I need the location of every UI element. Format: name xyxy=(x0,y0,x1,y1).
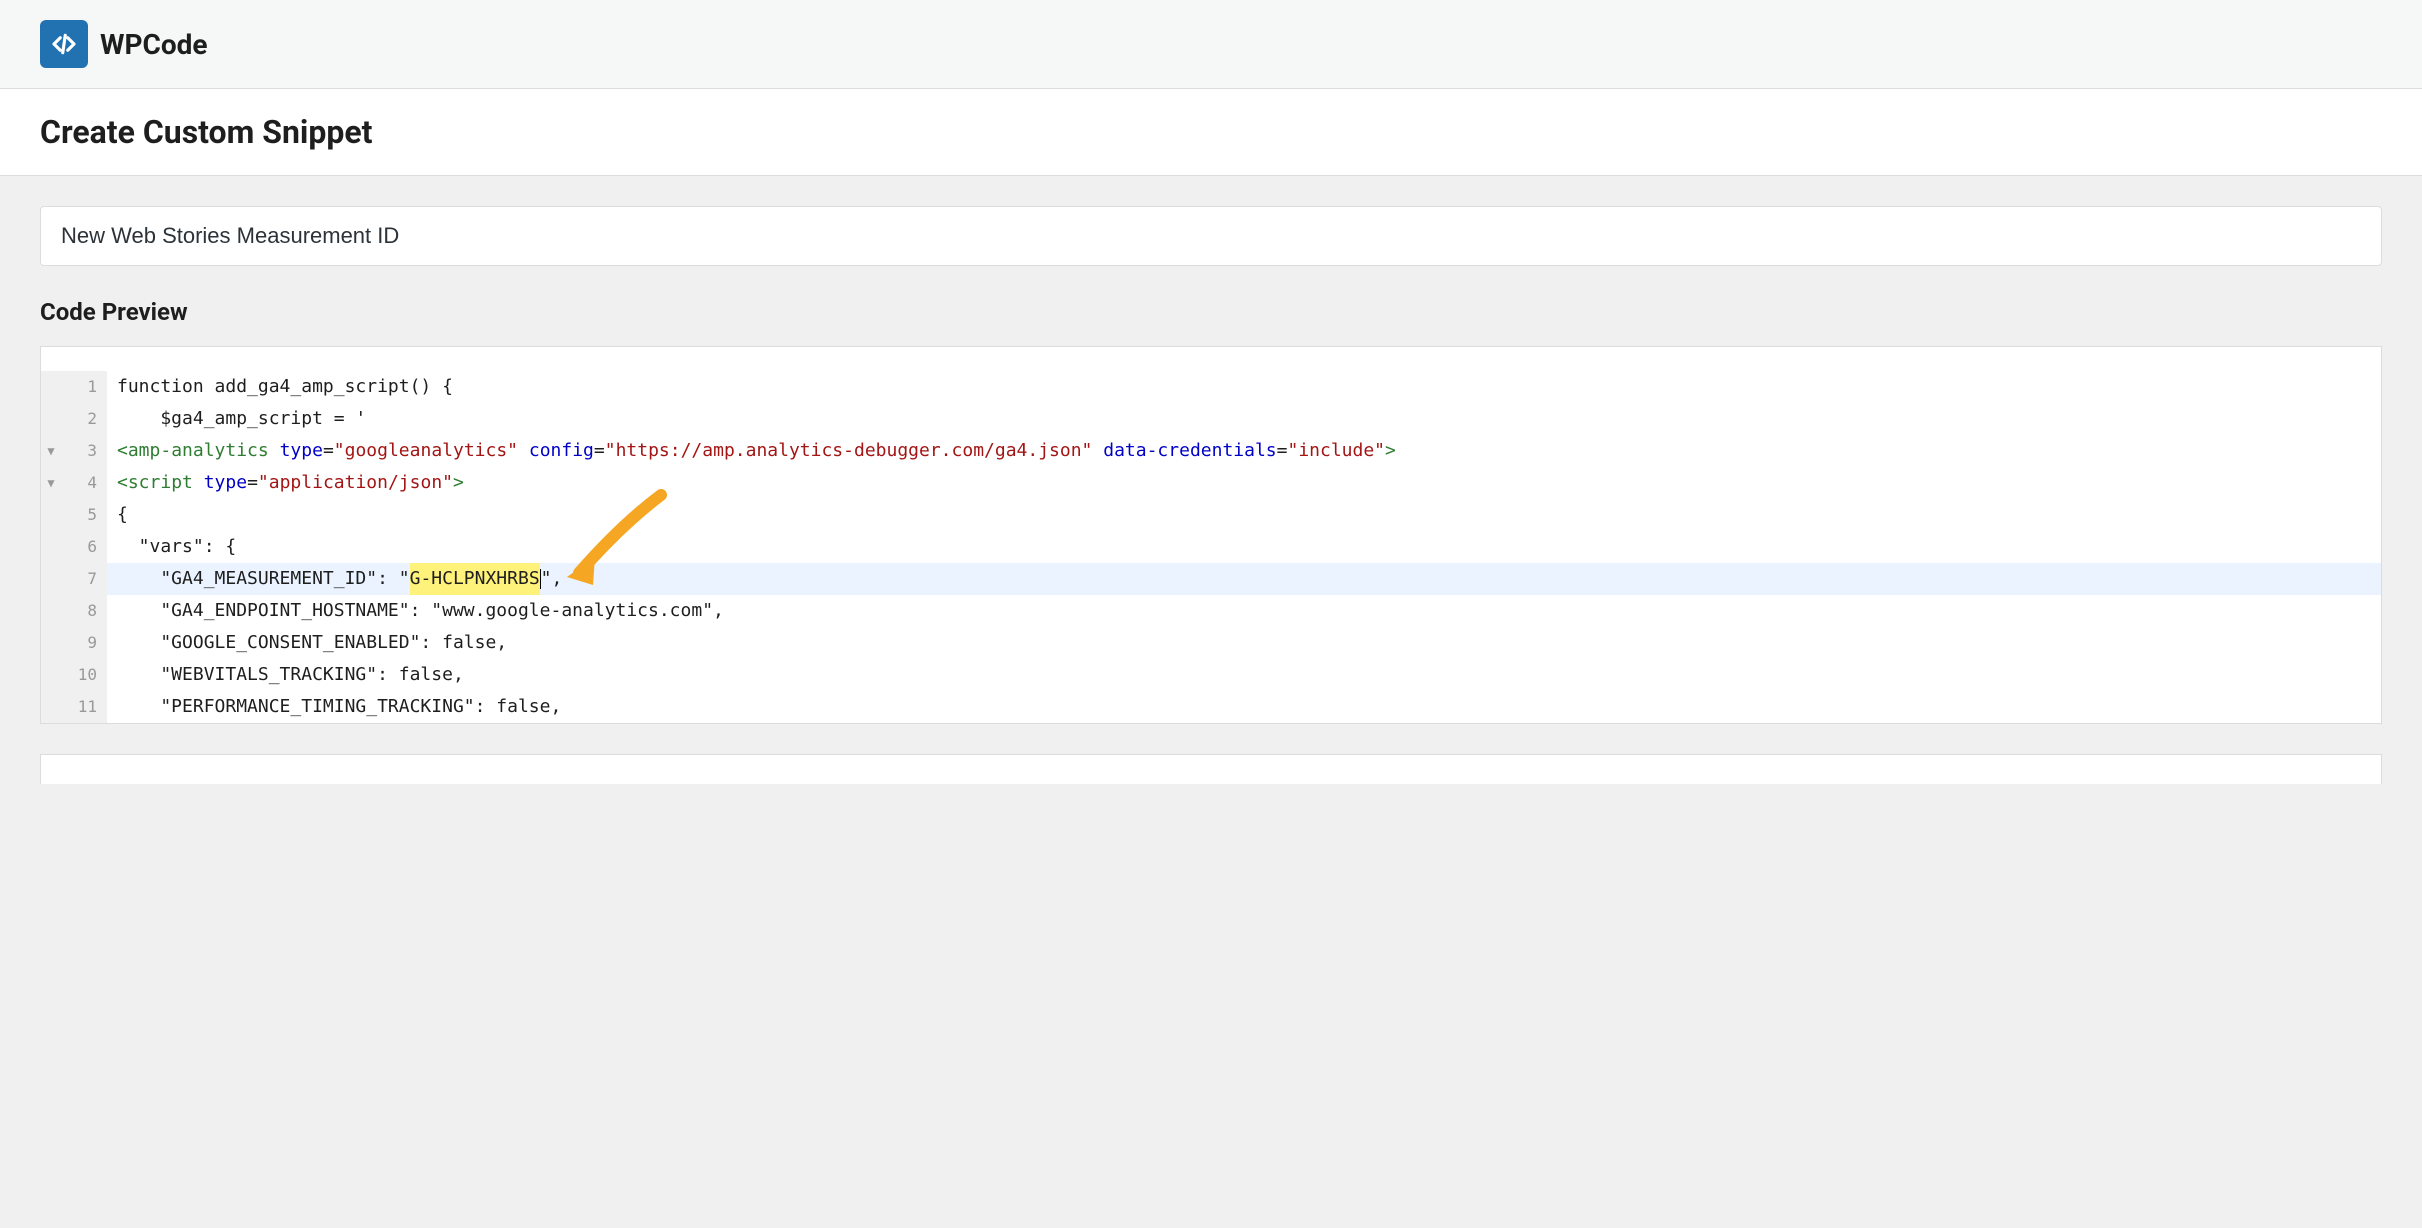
code-content[interactable]: <amp-analytics type="googleanalytics" co… xyxy=(107,435,1396,467)
page-title: Create Custom Snippet xyxy=(40,113,2382,151)
line-number: 3 xyxy=(61,435,107,467)
bottom-panel xyxy=(40,754,2382,784)
code-content[interactable]: "WEBVITALS_TRACKING": false, xyxy=(107,659,464,691)
snippet-title-input[interactable] xyxy=(40,206,2382,266)
code-line[interactable]: 6 "vars": { xyxy=(41,531,2381,563)
code-content[interactable]: "GOOGLE_CONSENT_ENABLED": false, xyxy=(107,627,507,659)
fold-gutter xyxy=(41,499,61,531)
line-number: 6 xyxy=(61,531,107,563)
code-content[interactable]: <script type="application/json"> xyxy=(107,467,464,499)
code-line[interactable]: 7 "GA4_MEASUREMENT_ID": "G-HCLPNXHRBS", xyxy=(41,563,2381,595)
line-number: 1 xyxy=(61,371,107,403)
code-content[interactable]: function add_ga4_amp_script() { xyxy=(107,371,453,403)
line-number: 8 xyxy=(61,595,107,627)
line-number: 7 xyxy=(61,563,107,595)
code-line[interactable]: 8 "GA4_ENDPOINT_HOSTNAME": "www.google-a… xyxy=(41,595,2381,627)
fold-gutter xyxy=(41,403,61,435)
fold-gutter xyxy=(41,691,61,723)
logo-icon xyxy=(40,20,88,68)
code-content[interactable]: "PERFORMANCE_TIMING_TRACKING": false, xyxy=(107,691,561,723)
code-content[interactable]: $ga4_amp_script = ' xyxy=(107,403,366,435)
code-line[interactable]: 1function add_ga4_amp_script() { xyxy=(41,371,2381,403)
line-number: 4 xyxy=(61,467,107,499)
fold-gutter xyxy=(41,627,61,659)
code-line[interactable]: 2 $ga4_amp_script = ' xyxy=(41,403,2381,435)
page-title-bar: Create Custom Snippet xyxy=(0,89,2422,176)
fold-gutter xyxy=(41,531,61,563)
fold-gutter xyxy=(41,595,61,627)
fold-gutter xyxy=(41,659,61,691)
code-line[interactable]: 5{ xyxy=(41,499,2381,531)
code-line[interactable]: 11 "PERFORMANCE_TIMING_TRACKING": false, xyxy=(41,691,2381,723)
code-content[interactable]: { xyxy=(107,499,128,531)
app-header: WPCode xyxy=(0,0,2422,89)
code-content[interactable]: "vars": { xyxy=(107,531,236,563)
fold-gutter xyxy=(41,563,61,595)
code-line[interactable]: ▼3<amp-analytics type="googleanalytics" … xyxy=(41,435,2381,467)
fold-gutter[interactable]: ▼ xyxy=(41,435,61,467)
code-line[interactable]: ▼4<script type="application/json"> xyxy=(41,467,2381,499)
code-line[interactable]: 9 "GOOGLE_CONSENT_ENABLED": false, xyxy=(41,627,2381,659)
line-number: 9 xyxy=(61,627,107,659)
code-line[interactable]: 10 "WEBVITALS_TRACKING": false, xyxy=(41,659,2381,691)
line-number: 11 xyxy=(61,691,107,723)
code-content[interactable]: "GA4_MEASUREMENT_ID": "G-HCLPNXHRBS", xyxy=(107,563,562,595)
logo-text: WPCode xyxy=(100,28,208,61)
content: Code Preview 1function add_ga4_amp_scrip… xyxy=(0,176,2422,724)
code-editor[interactable]: 1function add_ga4_amp_script() {2 $ga4_a… xyxy=(40,346,2382,724)
line-number: 2 xyxy=(61,403,107,435)
fold-gutter[interactable]: ▼ xyxy=(41,467,61,499)
code-preview-label: Code Preview xyxy=(40,298,2382,326)
fold-gutter xyxy=(41,371,61,403)
line-number: 5 xyxy=(61,499,107,531)
line-number: 10 xyxy=(61,659,107,691)
code-content[interactable]: "GA4_ENDPOINT_HOSTNAME": "www.google-ana… xyxy=(107,595,724,627)
